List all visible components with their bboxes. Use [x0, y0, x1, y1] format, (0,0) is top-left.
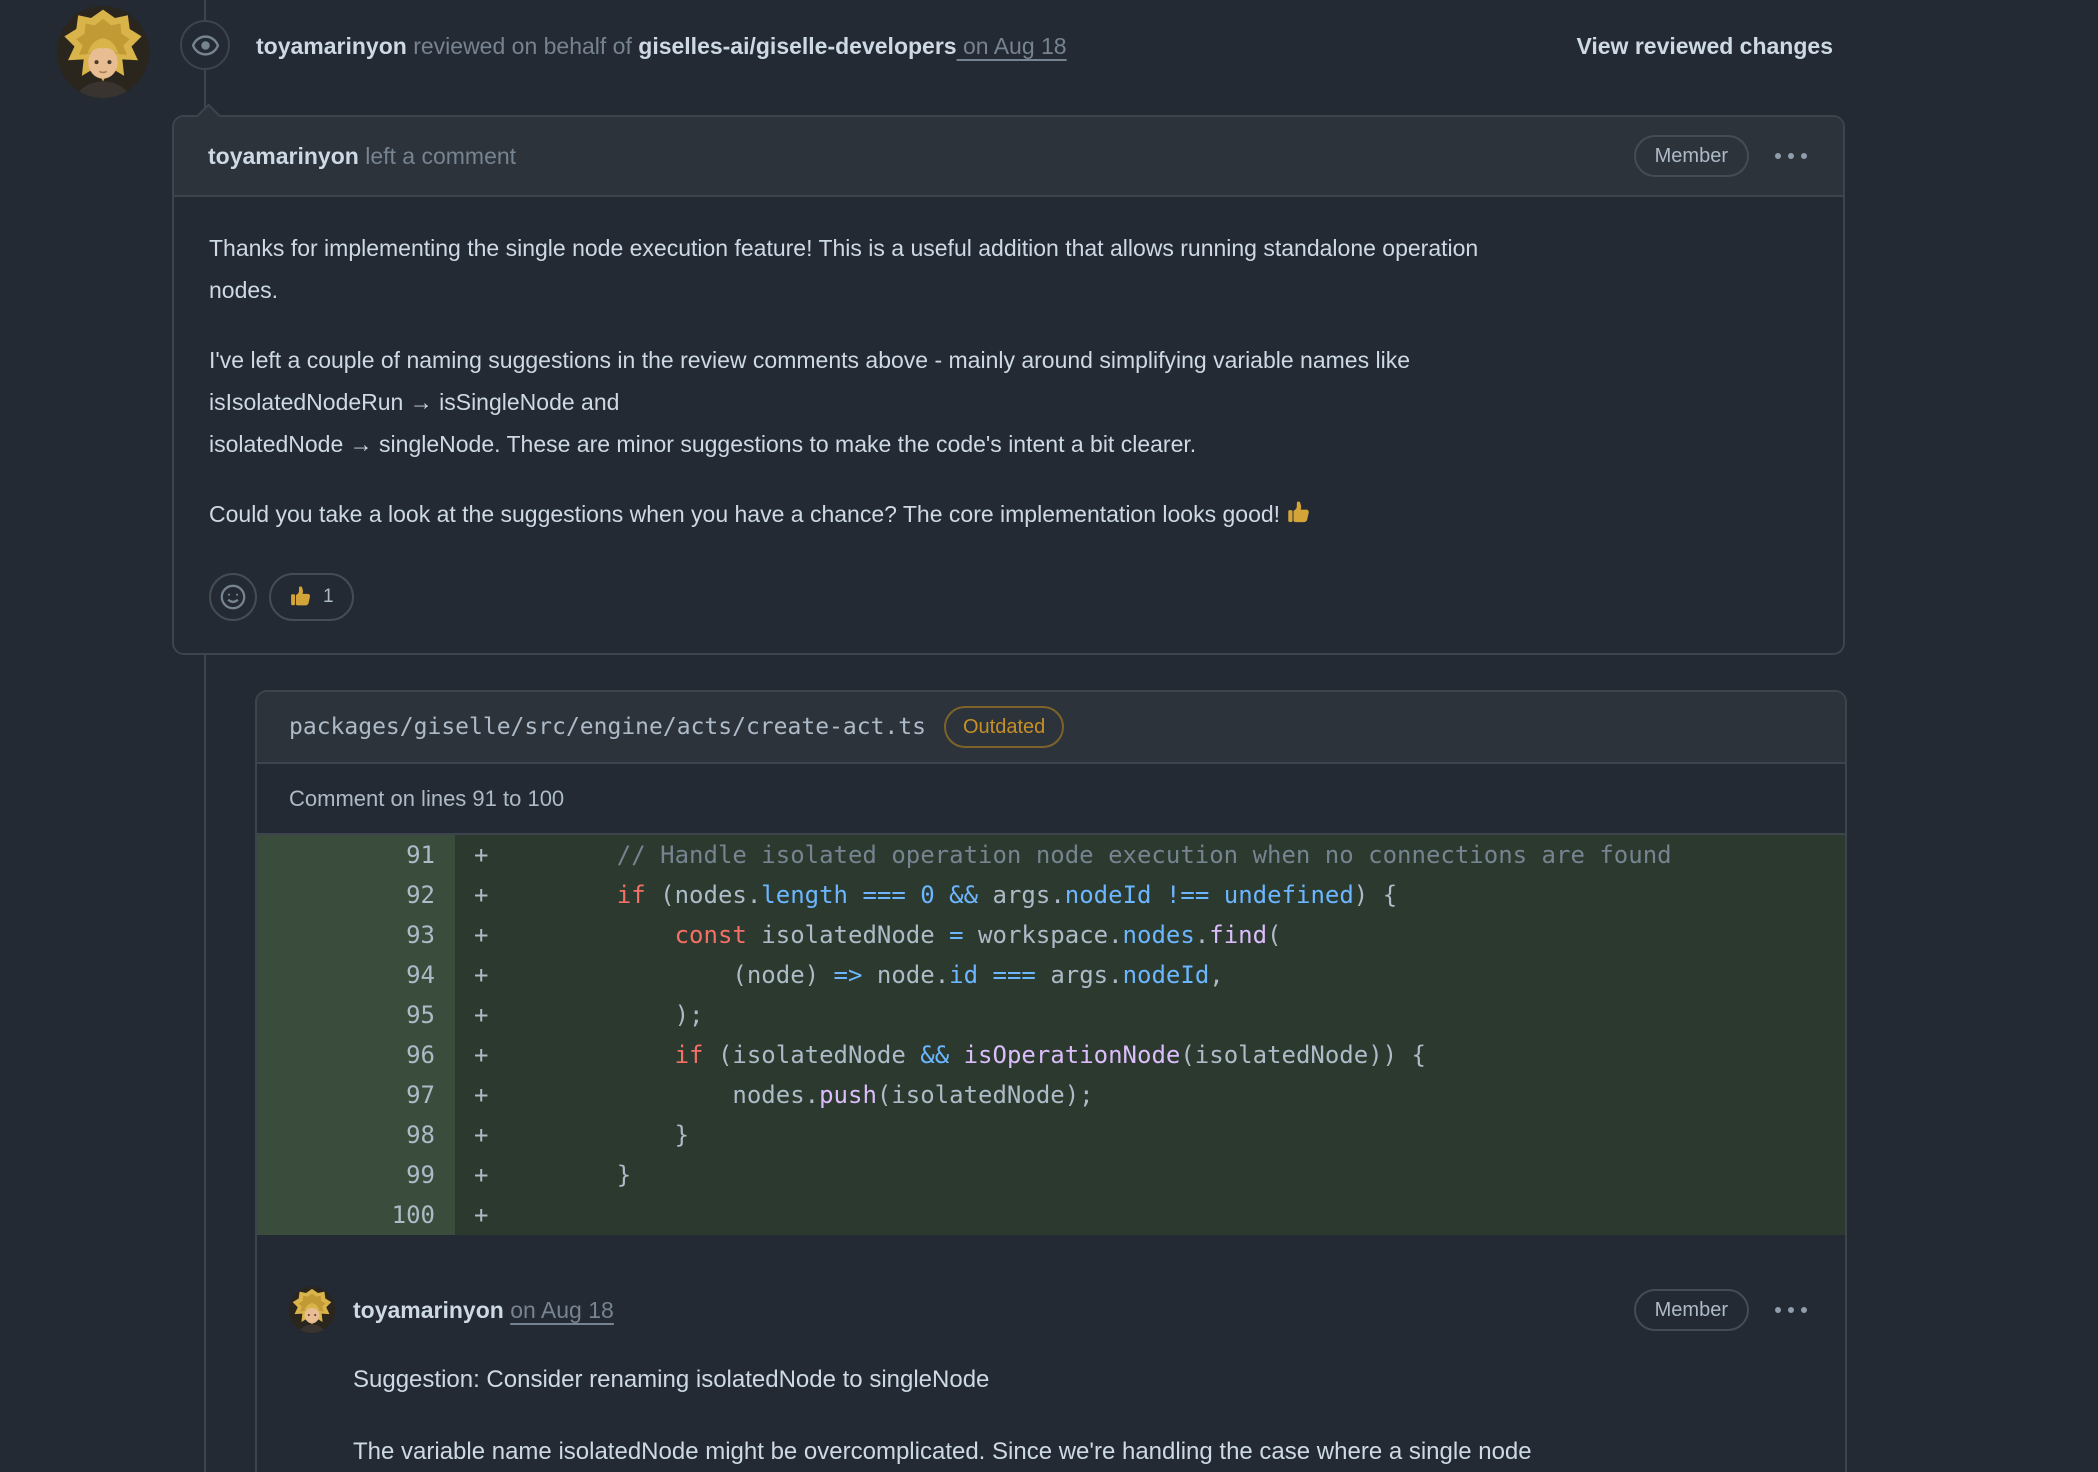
- commenter-avatar[interactable]: [289, 1287, 335, 1333]
- thumbs-up-emoji: [1286, 497, 1312, 523]
- diff-addition-sign: +: [474, 955, 559, 995]
- diff-line-number[interactable]: 98: [257, 1115, 455, 1155]
- reviewer-avatar[interactable]: [57, 6, 149, 98]
- thread-comment-header: toyamarinyon on Aug 18 Member: [353, 1287, 1809, 1333]
- review-date-link[interactable]: on Aug 18: [957, 33, 1067, 60]
- kebab-menu-button[interactable]: [1773, 147, 1809, 165]
- review-thread-card: packages/giselle/src/engine/acts/create-…: [255, 690, 1847, 1472]
- diff-addition-sign: +: [474, 915, 559, 955]
- diff-code-line: + if (isolatedNode && isOperationNode(is…: [455, 1035, 1845, 1075]
- diff-row: 96+ if (isolatedNode && isOperationNode(…: [257, 1035, 1845, 1075]
- comment-card-header: toyamarinyon left a comment Member: [174, 117, 1843, 197]
- comment-paragraph: I've left a couple of naming suggestions…: [209, 339, 1767, 465]
- diff-code-line: + nodes.push(isolatedNode);: [455, 1075, 1845, 1115]
- suggestion-title: Suggestion: Consider renaming isolatedNo…: [353, 1359, 1809, 1401]
- diff-row: 94+ (node) => node.id === args.nodeId,: [257, 955, 1845, 995]
- diff-code-line: + );: [455, 995, 1845, 1035]
- review-comment-card: toyamarinyon left a comment Member Thank…: [172, 115, 1845, 655]
- outdated-badge: Outdated: [944, 706, 1064, 748]
- file-path-link[interactable]: packages/giselle/src/engine/acts/create-…: [289, 714, 926, 740]
- diff-addition-sign: +: [474, 1195, 559, 1235]
- review-event-badge: [180, 20, 230, 70]
- member-badge: Member: [1634, 1289, 1749, 1331]
- comment-action-text: left a comment: [359, 143, 516, 170]
- member-badge: Member: [1634, 135, 1749, 177]
- reactions-row: 1: [209, 573, 1767, 621]
- view-reviewed-changes-link[interactable]: View reviewed changes: [1576, 0, 1833, 92]
- add-reaction-button[interactable]: [209, 573, 257, 621]
- diff-row: 95+ );: [257, 995, 1845, 1035]
- diff-addition-sign: +: [474, 1075, 559, 1115]
- review-action-text: reviewed on behalf of: [407, 33, 638, 60]
- reviewer-name[interactable]: toyamarinyon: [256, 33, 407, 60]
- diff-addition-sign: +: [474, 835, 559, 875]
- org-repo-name[interactable]: giselles-ai/giselle-developers: [638, 33, 956, 60]
- comment-paragraph: Could you take a look at the suggestions…: [209, 493, 1767, 535]
- suggestion-body: The variable name isolatedNode might be …: [353, 1431, 1809, 1472]
- comment-author[interactable]: toyamarinyon: [208, 143, 359, 170]
- thumbs-up-icon: [289, 585, 313, 609]
- diff-code-line: + (node) => node.id === args.nodeId,: [455, 955, 1845, 995]
- file-header: packages/giselle/src/engine/acts/create-…: [257, 692, 1845, 764]
- diff-row: 99+ }: [257, 1155, 1845, 1195]
- review-event-text: toyamarinyon reviewed on behalf of gisel…: [256, 0, 1067, 92]
- kebab-menu-button[interactable]: [1773, 1301, 1809, 1319]
- thread-comment: toyamarinyon on Aug 18 Member Suggestion…: [257, 1235, 1845, 1472]
- diff-code-line: +: [455, 1195, 1845, 1235]
- diff-line-number[interactable]: 95: [257, 995, 455, 1035]
- commenter-name[interactable]: toyamarinyon: [353, 1297, 504, 1324]
- diff-line-number[interactable]: 94: [257, 955, 455, 995]
- pr-review-timeline: toyamarinyon reviewed on behalf of gisel…: [0, 0, 2098, 1472]
- avatar-illustration: [289, 1287, 335, 1333]
- thumbs-up-reaction-button[interactable]: 1: [269, 573, 354, 621]
- diff-code-line: + // Handle isolated operation node exec…: [455, 835, 1845, 875]
- diff-row: 93+ const isolatedNode = workspace.nodes…: [257, 915, 1845, 955]
- comment-date-link[interactable]: on Aug 18: [510, 1297, 614, 1324]
- diff-addition-sign: +: [474, 1035, 559, 1075]
- diff-addition-sign: +: [474, 875, 559, 915]
- diff-code-line: + const isolatedNode = workspace.nodes.f…: [455, 915, 1845, 955]
- diff-line-number[interactable]: 96: [257, 1035, 455, 1075]
- diff-line-number[interactable]: 91: [257, 835, 455, 875]
- smiley-icon: [219, 583, 247, 611]
- diff-line-number[interactable]: 93: [257, 915, 455, 955]
- reaction-count: 1: [323, 576, 334, 618]
- diff-row: 92+ if (nodes.length === 0 && args.nodeI…: [257, 875, 1845, 915]
- diff-addition-sign: +: [474, 1115, 559, 1155]
- diff-line-number[interactable]: 97: [257, 1075, 455, 1115]
- diff-code-line: + }: [455, 1155, 1845, 1195]
- eye-icon: [192, 32, 219, 59]
- diff-row: 98+ }: [257, 1115, 1845, 1155]
- comment-lines-context: Comment on lines 91 to 100: [257, 764, 1845, 835]
- diff-line-number[interactable]: 92: [257, 875, 455, 915]
- diff-row: 91+ // Handle isolated operation node ex…: [257, 835, 1845, 875]
- avatar-illustration: [57, 6, 149, 98]
- diff-row: 100 +: [257, 1195, 1845, 1235]
- comment-body: Thanks for implementing the single node …: [174, 197, 1843, 621]
- diff-row: 97+ nodes.push(isolatedNode);: [257, 1075, 1845, 1115]
- comment-paragraph: Thanks for implementing the single node …: [209, 227, 1767, 311]
- diff-block: 91+ // Handle isolated operation node ex…: [257, 835, 1845, 1235]
- diff-line-number[interactable]: 99: [257, 1155, 455, 1195]
- diff-addition-sign: +: [474, 995, 559, 1035]
- diff-code-line: + }: [455, 1115, 1845, 1155]
- diff-code-line: + if (nodes.length === 0 && args.nodeId …: [455, 875, 1845, 915]
- diff-line-number[interactable]: 100: [257, 1195, 455, 1235]
- diff-addition-sign: +: [474, 1155, 559, 1195]
